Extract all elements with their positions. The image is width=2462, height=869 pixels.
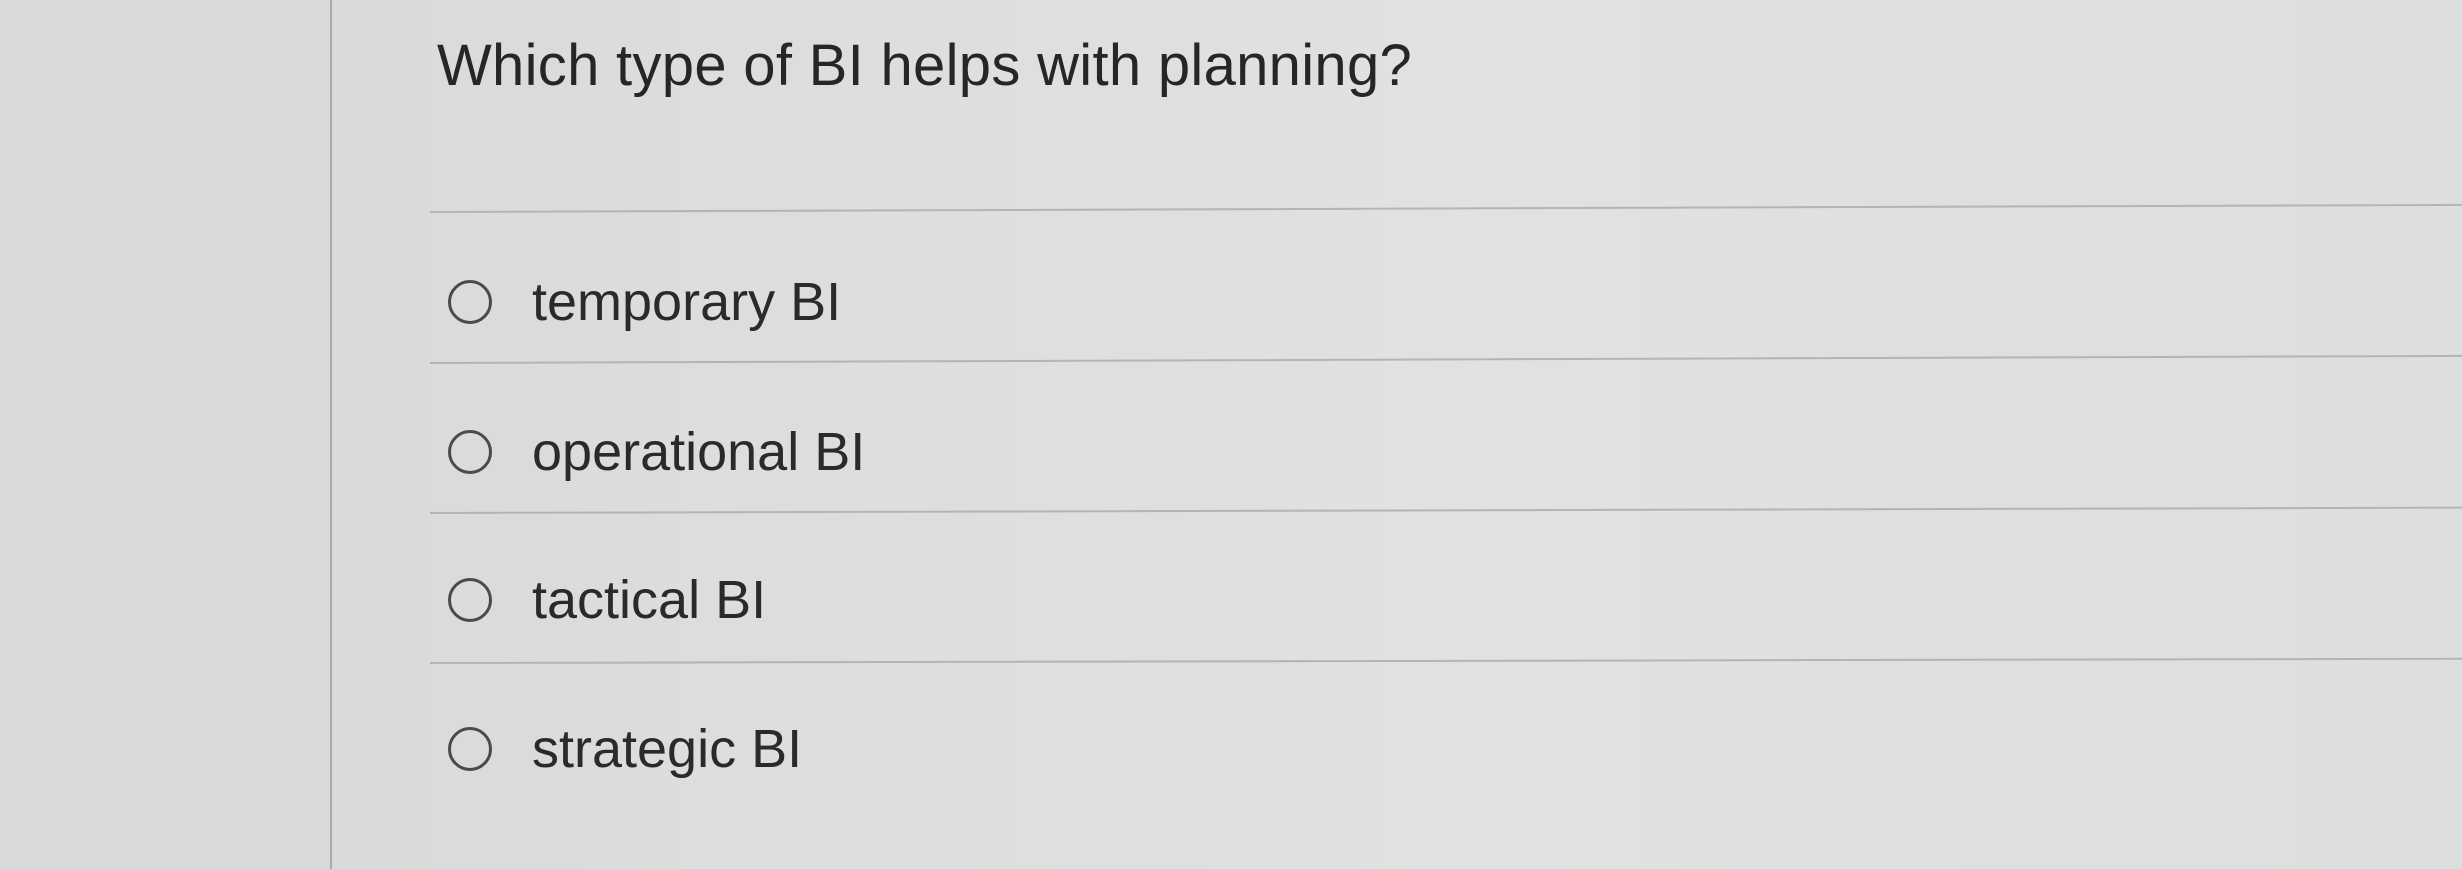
radio-button-circle-icon[interactable] <box>448 430 492 474</box>
option-label: tactical BI <box>532 570 767 630</box>
option-divider <box>429 506 2462 514</box>
option-label: temporary BI <box>532 272 842 332</box>
option-tactical-bi[interactable]: tactical BI <box>448 565 766 635</box>
left-margin <box>0 0 330 869</box>
option-label: strategic BI <box>532 719 803 779</box>
question-text: Which type of BI helps with planning? <box>437 33 1413 98</box>
radio-button-circle-icon[interactable] <box>448 280 492 324</box>
question-divider <box>429 203 2462 213</box>
option-strategic-bi[interactable]: strategic BI <box>448 714 802 784</box>
margin-rule <box>330 0 332 869</box>
option-label: operational BI <box>532 422 866 482</box>
radio-button-circle-icon[interactable] <box>448 578 492 622</box>
option-operational-bi[interactable]: operational BI <box>448 417 865 487</box>
quiz-screen: Which type of BI helps with planning? te… <box>0 0 2462 869</box>
radio-button-circle-icon[interactable] <box>448 727 492 771</box>
option-divider <box>429 657 2462 664</box>
option-temporary-bi[interactable]: temporary BI <box>448 267 841 337</box>
option-divider <box>429 354 2462 364</box>
